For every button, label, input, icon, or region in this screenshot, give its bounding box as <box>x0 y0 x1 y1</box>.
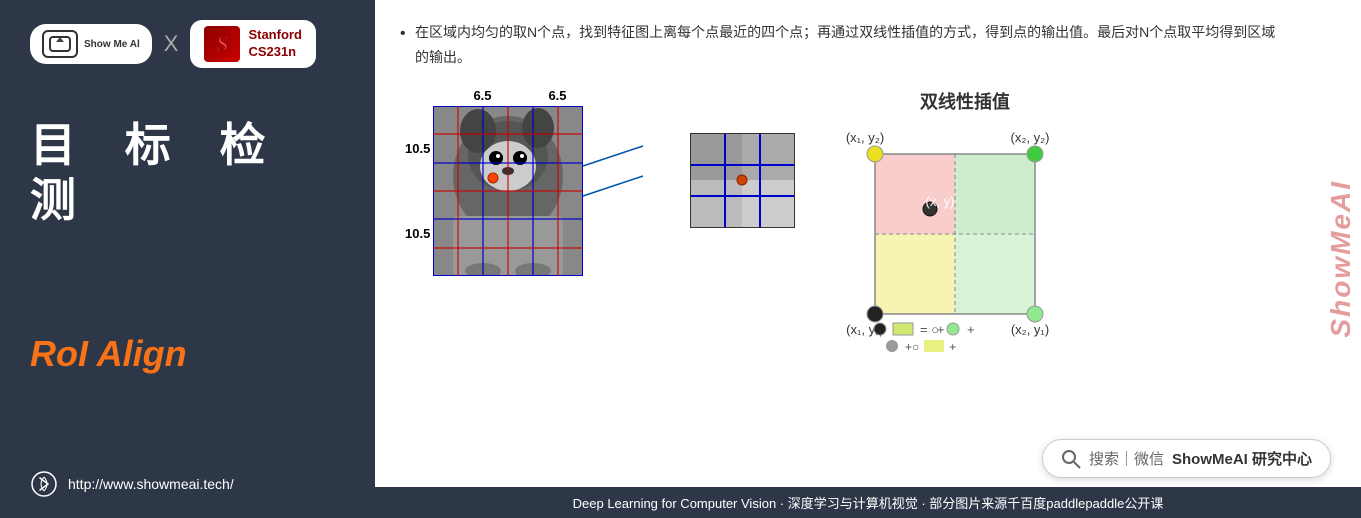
sidebar: Show Me Al X S Stanford CS231n 目 标 检 测 R… <box>0 0 375 518</box>
side-num-2: 10.5 <box>405 191 430 276</box>
diagram-area: 6.5 6.5 10.5 10.5 <box>405 88 1286 354</box>
search-icon <box>1061 449 1081 469</box>
top-numbers: 6.5 6.5 <box>445 88 595 103</box>
detail-image-svg <box>690 133 795 228</box>
x-separator: X <box>164 31 179 57</box>
content-inner: 在区域内均匀的取N个点，找到特征图上离每个点最近的四个点；再通过双线性插值的方式… <box>405 20 1331 354</box>
svg-text:(x₂, y₁): (x₂, y₁) <box>1011 322 1049 337</box>
dog-image-container <box>433 106 583 276</box>
bullet-text: 在区域内均匀的取N个点，找到特征图上离每个点最近的四个点；再通过双线性插值的方式… <box>405 20 1286 70</box>
side-num-1: 10.5 <box>405 106 430 191</box>
stanford-logo-icon: S <box>204 26 240 62</box>
footer-url: http://www.showmeai.tech/ <box>68 476 234 492</box>
bilinear-section: 双线性插值 <box>835 88 1095 354</box>
arrow-svg <box>583 166 663 206</box>
main-content: 在区域内均匀的取N个点，找到特征图上离每个点最近的四个点；再通过双线性插值的方式… <box>375 0 1361 518</box>
watermark: ShowMeAI <box>1321 0 1361 518</box>
footer-link[interactable]: http://www.showmeai.tech/ <box>30 470 345 498</box>
footer-bar: Deep Learning for Computer Vision · 深度学习… <box>375 487 1361 518</box>
detail-image-area <box>690 133 795 233</box>
logo-area: Show Me Al X S Stanford CS231n <box>30 20 345 68</box>
svg-text:+: + <box>967 322 975 337</box>
search-brand: ShowMeAI 研究中心 <box>1172 448 1312 469</box>
svg-text:(x₁, y₂): (x₁, y₂) <box>846 130 884 145</box>
top-num-2: 6.5 <box>520 88 595 103</box>
footer-text: Deep Learning for Computer Vision · 深度学习… <box>573 493 1164 512</box>
svg-text:(x₂, y₂): (x₂, y₂) <box>1011 130 1050 145</box>
search-text: 搜索｜微信 <box>1089 448 1164 469</box>
diagram-row: 10.5 10.5 <box>405 106 595 276</box>
showmeai-text: Show Me Al <box>84 39 140 50</box>
stanford-badge: S Stanford CS231n <box>190 20 315 68</box>
search-bar[interactable]: 搜索｜微信 ShowMeAI 研究中心 <box>1042 439 1331 478</box>
side-nums: 10.5 10.5 <box>405 106 430 276</box>
left-diagram-area: 6.5 6.5 10.5 10.5 <box>405 88 595 276</box>
watermark-text: ShowMeAI <box>1325 180 1357 338</box>
top-num-1: 6.5 <box>445 88 520 103</box>
main-title: 目 标 检 测 <box>30 118 345 228</box>
bilinear-svg: (x₁, y₂) (x₂, y₂) (x, y) (x₁, y₁) (x₂, y… <box>835 124 1095 344</box>
svg-text:+: + <box>937 322 945 337</box>
showmeai-logo-icon <box>42 30 78 58</box>
dog-image-svg <box>433 106 583 276</box>
bilinear-title: 双线性插值 <box>835 88 1095 114</box>
svg-text:(x, y): (x, y) <box>926 194 955 209</box>
arrow-icon <box>30 470 58 498</box>
section-title: RoI Align <box>30 333 345 375</box>
stanford-text: Stanford CS231n <box>248 27 301 61</box>
showmeai-logo-badge: Show Me Al <box>30 24 152 64</box>
